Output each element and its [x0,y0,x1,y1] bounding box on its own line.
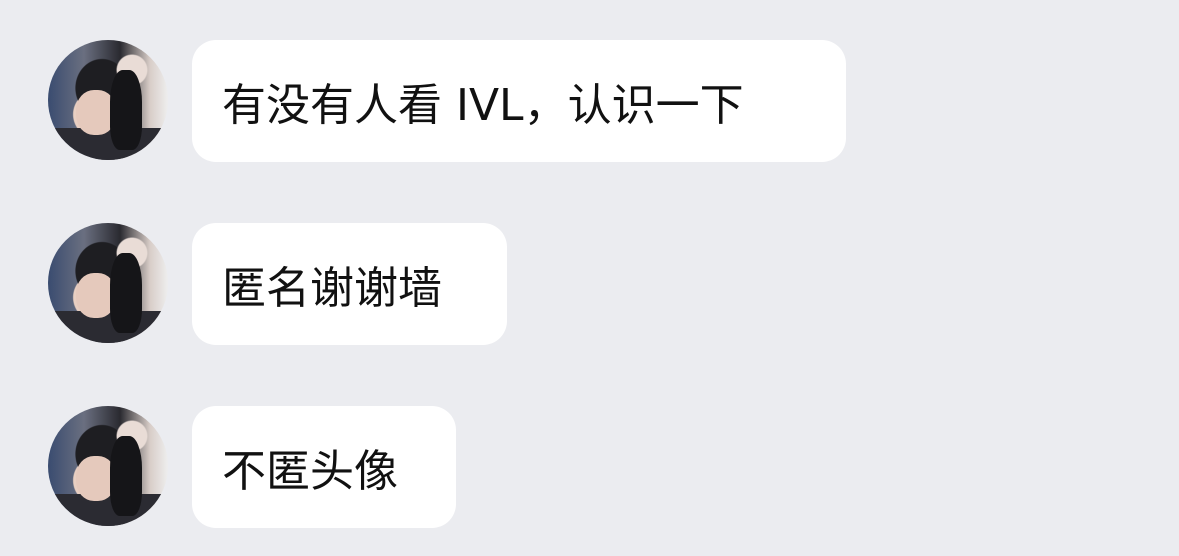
message-bubble[interactable]: 匿名谢谢墙 [192,223,507,345]
message-bubble[interactable]: 不匿头像 [192,406,456,528]
message-row: 匿名谢谢墙 [48,223,507,345]
message-row: 有没有人看 IVL，认识一下 [48,40,846,162]
message-row: 不匿头像 [48,406,456,528]
user-avatar-icon[interactable] [48,40,168,160]
message-bubble[interactable]: 有没有人看 IVL，认识一下 [192,40,846,162]
user-avatar-icon[interactable] [48,406,168,526]
user-avatar-icon[interactable] [48,223,168,343]
